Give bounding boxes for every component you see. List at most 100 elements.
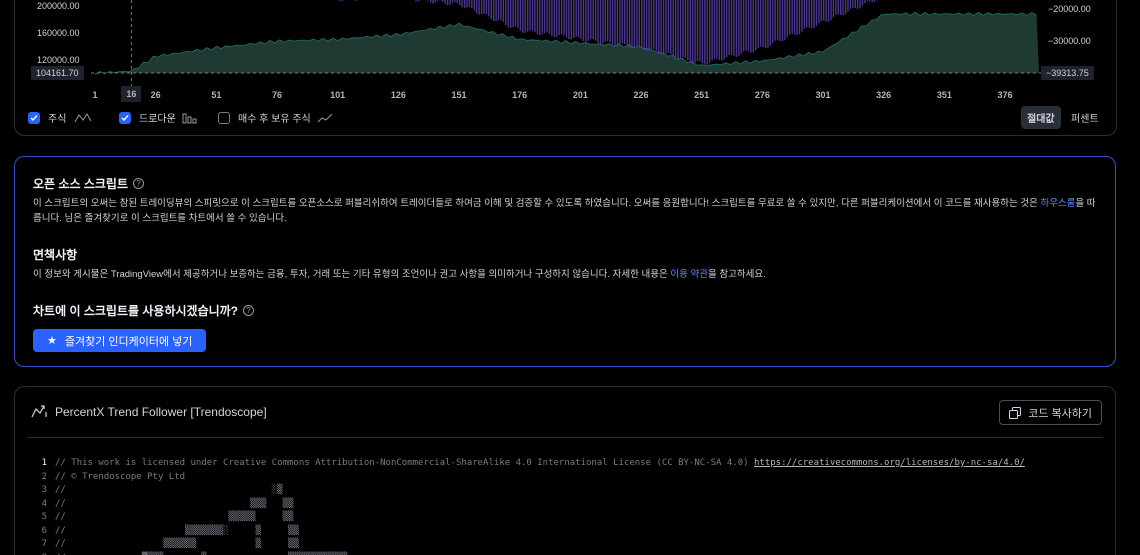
add-to-favorites-button[interactable]: ★ 즐겨찾기 인디케이터에 넣기 [33,329,207,352]
drawdown-checkbox[interactable] [119,111,131,124]
drawdown-bar [810,0,813,29]
drawdown-bar [808,0,810,28]
code-line: 2 // © Trendoscope Pty Ltd [35,471,1025,485]
drawdown-bar [849,0,852,9]
buy-hold-label: 매수 후 보유 주식 [238,114,311,125]
drawdown-bar [560,0,563,35]
star-icon: ★ [47,335,57,347]
drawdown-bar [709,0,711,63]
drawdown-bar [456,0,458,3]
open-source-text: 이 스크립트의 오써는 참된 트레이딩뷰의 스피릿으로 이 스크립트를 오픈소스… [33,198,1041,209]
drawdown-bar [718,0,721,61]
x-tick-label: 376 [997,90,1013,100]
drawdown-bar [459,0,461,6]
drawdown-bar [590,0,592,40]
drawdown-bar [556,0,558,37]
drawdown-bar [633,0,636,47]
drawdown-bar [759,0,762,47]
code-comment: // ▒▒▒▒▒ ▒▒ [55,512,294,522]
drawdown-bar [510,0,512,28]
drawdown-bar [706,0,708,65]
drawdown-bar [818,0,820,23]
code-comment: // ▒▒▒▒▒▒ ▒ ▒▒ [55,539,299,549]
copy-icon [1009,406,1022,419]
drawdown-bar [340,0,342,2]
x-tick-label: 51 [211,90,222,100]
drawdown-bar [740,0,742,54]
drawdown-bar [711,0,713,61]
buy-hold-checkbox[interactable] [218,111,230,124]
drawdown-bar [471,0,473,9]
equity-checkbox[interactable] [28,111,40,124]
drawdown-bar [682,0,684,58]
help-icon[interactable]: ? [133,178,144,189]
drawdown-bar [842,0,844,16]
equity-toggle[interactable]: 주식 [28,110,92,125]
drawdown-bar [454,0,456,3]
drawdown-bar [699,0,701,62]
drawdown-bar [604,0,606,42]
help-icon[interactable]: ? [243,305,255,316]
x-tick-label: 101 [330,90,346,100]
license-link[interactable]: https://creativecommons.org/licenses/by-… [754,457,1025,471]
drawdown-bar [859,0,861,9]
copy-code-label: 코드 복사하기 [1028,407,1092,420]
drawdown-bar [861,0,864,6]
drawdown-bar [553,0,556,38]
drawdown-bar [670,0,672,55]
drawdown-bar [689,0,691,63]
drawdown-bar [687,0,689,60]
drawdown-bar [609,0,611,43]
drawdown-bar [587,0,589,41]
x-tick-label: 351 [936,90,952,100]
drawdown-bar [755,0,757,51]
y-left-label: 200000.00 [37,1,80,11]
drawdown-bar [675,0,677,59]
house-rules-link[interactable]: 하우스룰 [1040,198,1075,209]
drawdown-bar [543,0,546,33]
drawdown-bar [696,0,699,62]
code-line: 8 // ▓▒▒▒ ▒ ▒▒▒▒▒▒▒▒▒▒▒ [35,552,1025,555]
open-source-card: 오픈 소스 스크립트 ? 이 스크립트의 오써는 참된 트레이딩뷰의 스피릿으로… [14,156,1116,367]
drawdown-bar [342,0,344,1]
drawdown-bar [658,0,660,54]
drawdown-bar [796,0,798,35]
drawdown-bar [442,0,444,2]
buy-hold-toggle[interactable]: 매수 후 보유 주식 [218,110,333,125]
drawdown-bar [434,0,437,3]
drawdown-bar [733,0,735,56]
drawdown-bar [701,0,704,64]
code-block[interactable]: 1 // This work is licensed under Creative… [35,457,1025,555]
drawdown-bar [522,0,524,33]
drawdown-bar [631,0,633,49]
drawdown-bar [665,0,667,54]
use-script-heading: 차트에 이 스크립트를 사용하시겠습니까? ? [33,302,1097,319]
y-left-label: 120000.00 [37,55,80,65]
drawdown-bar [432,0,434,4]
drawdown-bar [779,0,781,42]
x-crosshair-value: 16 [121,86,142,102]
drawdown-bar [847,0,849,12]
drawdown-bar [798,0,801,35]
disclaimer-text-end: 을 참고하세요. [708,269,766,280]
drawdown-bar [815,0,818,26]
drawdown-bar [505,0,507,26]
drawdown-bar [684,0,687,58]
absolute-value-tab[interactable]: 절대값 [1021,106,1061,129]
equity-label: 주식 [48,114,67,125]
percent-tab[interactable]: 퍼센트 [1065,106,1105,129]
drawdown-bar [478,0,480,15]
y-right-label: −20000.00 [1048,4,1091,14]
drawdown-bar [864,0,866,3]
drawdown-bar [611,0,614,45]
source-code-card: PercentX Trend Follower [Trendoscope] 코드… [14,386,1116,555]
drawdown-toggle[interactable]: 드로다운 [119,110,198,125]
drawdown-bar [621,0,623,44]
drawdown-bar [791,0,793,34]
terms-link[interactable]: 이용 약관 [670,269,708,280]
x-tick-label: 1 [92,90,98,100]
copy-code-button[interactable]: 코드 복사하기 [999,400,1102,425]
drawdown-bar [764,0,767,48]
code-line: 5 // ▒▒▒▒▒ ▒▒ [35,511,1025,525]
drawdown-bar [519,0,522,31]
